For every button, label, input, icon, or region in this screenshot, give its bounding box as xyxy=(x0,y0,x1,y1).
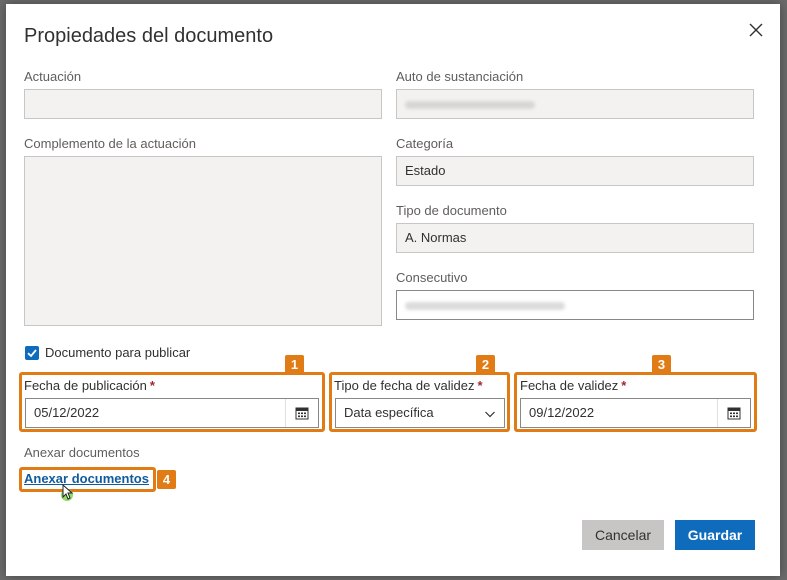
tipo-fecha-label: Tipo de fecha de validez * xyxy=(334,378,483,393)
step-badge-3: 3 xyxy=(652,355,671,374)
calendar-icon[interactable] xyxy=(285,399,318,427)
cancel-button[interactable]: Cancelar xyxy=(582,520,664,550)
calendar-icon[interactable] xyxy=(717,399,750,427)
auto-sustanciacion-label: Auto de sustanciación xyxy=(396,69,524,84)
chevron-down-icon xyxy=(485,411,495,418)
consecutivo-input[interactable] xyxy=(396,290,754,320)
publicar-checkbox-label[interactable]: Documento para publicar xyxy=(45,345,190,360)
categoria-field: Estado xyxy=(396,156,754,186)
categoria-label: Categoría xyxy=(396,136,454,151)
tipo-documento-field: A. Normas xyxy=(396,223,754,253)
hand-cursor-icon xyxy=(59,483,75,508)
fecha-validez-label: Fecha de validez * xyxy=(520,378,626,393)
fecha-publicacion-label: Fecha de publicación * xyxy=(24,378,155,393)
publicar-checkbox[interactable] xyxy=(25,346,39,360)
actuacion-field xyxy=(24,89,382,119)
close-icon[interactable] xyxy=(744,18,768,42)
auto-sustanciacion-field xyxy=(396,89,754,119)
document-properties-dialog: Propiedades del documento Actuación Comp… xyxy=(6,4,780,576)
redacted-text xyxy=(405,301,565,310)
required-asterisk: * xyxy=(477,378,483,393)
save-button[interactable]: Guardar xyxy=(675,520,755,550)
fecha-validez-label-text: Fecha de validez xyxy=(520,378,619,393)
fecha-validez-value: 09/12/2022 xyxy=(529,405,595,420)
consecutivo-label: Consecutivo xyxy=(396,270,468,285)
check-icon xyxy=(27,349,37,358)
complemento-field xyxy=(24,156,382,326)
fecha-validez-input[interactable]: 09/12/2022 xyxy=(520,398,751,428)
tipo-fecha-value: Data específica xyxy=(344,405,434,420)
step-badge-1: 1 xyxy=(285,355,304,374)
required-asterisk: * xyxy=(621,378,627,393)
dialog-title: Propiedades del documento xyxy=(24,25,274,47)
anexar-section-label: Anexar documentos xyxy=(24,445,140,460)
tipo-fecha-label-text: Tipo de fecha de validez xyxy=(334,378,475,393)
fecha-publicacion-label-text: Fecha de publicación xyxy=(24,378,147,393)
anexar-documentos-link[interactable]: Anexar documentos xyxy=(24,471,149,486)
required-asterisk: * xyxy=(149,378,155,393)
fecha-publicacion-value: 05/12/2022 xyxy=(34,405,100,420)
step-badge-2: 2 xyxy=(476,355,495,374)
redacted-text xyxy=(405,100,535,109)
tipo-documento-label: Tipo de documento xyxy=(396,203,507,218)
tipo-fecha-select[interactable]: Data específica xyxy=(335,398,505,428)
step-badge-4: 4 xyxy=(157,470,176,489)
fecha-publicacion-input[interactable]: 05/12/2022 xyxy=(25,398,319,428)
complemento-label: Complemento de la actuación xyxy=(24,136,196,151)
actuacion-label: Actuación xyxy=(24,69,82,84)
